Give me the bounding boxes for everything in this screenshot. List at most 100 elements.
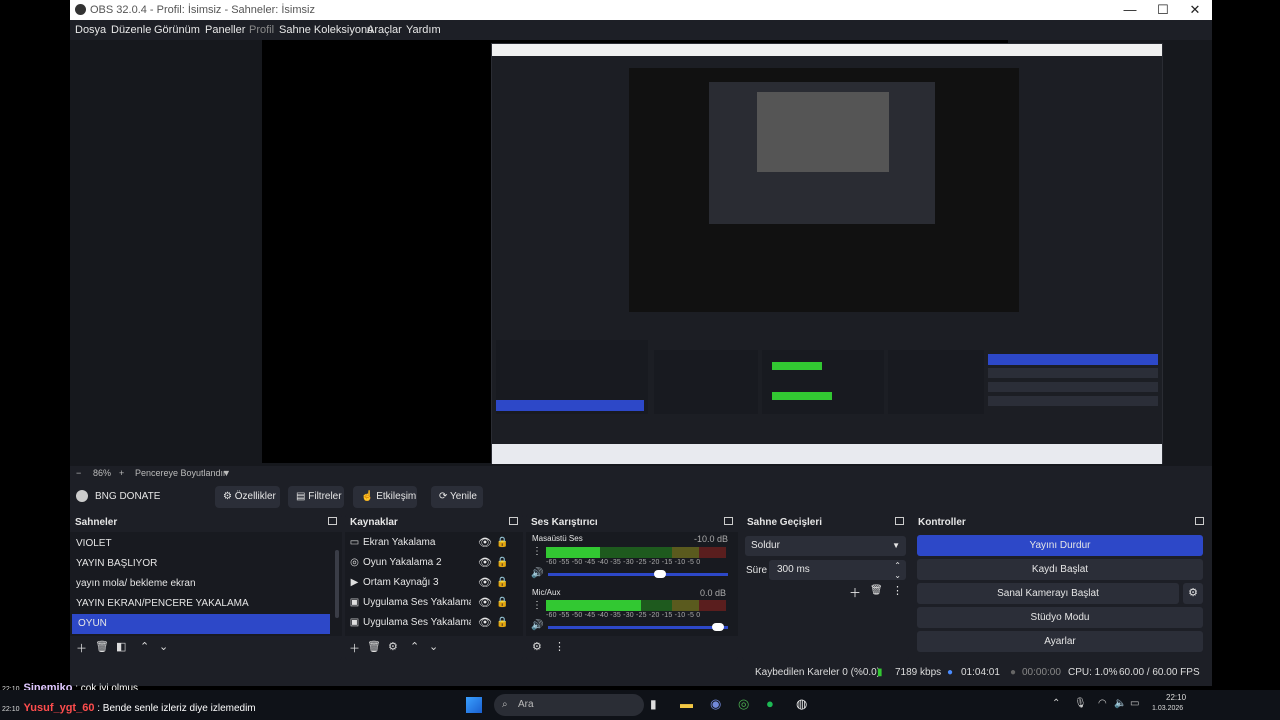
scene-filters-button[interactable]: ◧ xyxy=(116,640,126,653)
scenes-scrollbar[interactable] xyxy=(335,550,339,618)
tray-chevron-icon[interactable]: ⌃ xyxy=(1052,698,1060,709)
menu-gorunum[interactable]: Görünüm xyxy=(154,24,200,36)
controls-header: Kontroller xyxy=(913,514,1209,530)
lock-icon[interactable]: 🔒 xyxy=(496,573,508,593)
channel-db: 0.0 dB xyxy=(700,588,727,598)
source-properties-button[interactable]: ⚙ xyxy=(388,640,398,653)
start-virtual-camera-button[interactable]: Sanal Kamerayı Başlat xyxy=(917,583,1179,604)
sources-title: Kaynaklar xyxy=(350,517,398,528)
undock-icon[interactable] xyxy=(724,517,733,525)
discord-icon[interactable]: ◉ xyxy=(710,696,721,712)
volume-icon[interactable]: 🔈 xyxy=(1114,698,1126,709)
duration-input[interactable]: 300 ms ⌃ ⌄ xyxy=(769,560,906,580)
interact-button[interactable]: ☝ Etkileşim xyxy=(353,486,417,508)
zoom-out-button[interactable]: − xyxy=(76,468,81,478)
wifi-icon[interactable]: ◠ xyxy=(1098,698,1107,709)
taskbar-search[interactable]: ⌕ Ara xyxy=(494,694,644,716)
browser-source-icon xyxy=(76,490,88,502)
scene-item-yayin-basliyor[interactable]: YAYIN BAŞLIYOR xyxy=(70,554,334,574)
undock-icon[interactable] xyxy=(895,517,904,525)
lock-icon[interactable]: 🔒 xyxy=(496,553,508,573)
chrome-icon[interactable]: ◎ xyxy=(738,696,749,712)
volume-slider[interactable] xyxy=(548,626,728,629)
properties-button[interactable]: ⚙ Özellikler xyxy=(215,486,280,508)
scene-item-mola[interactable]: yayın mola/ bekleme ekran xyxy=(70,574,334,594)
scene-item-oyun[interactable]: OYUN xyxy=(72,614,330,634)
move-down-button[interactable]: ⌄ xyxy=(429,640,438,653)
source-item[interactable]: ▭ Ekran Yakalama 👁 🔒 xyxy=(345,533,523,553)
lock-icon[interactable]: 🔒 xyxy=(496,613,508,633)
mixer-toolbar: ⚙ ⋮ xyxy=(526,636,738,660)
obs-taskbar-icon[interactable]: ◍ xyxy=(796,696,807,712)
clock-time[interactable]: 22:10 xyxy=(1166,693,1186,702)
clock-date[interactable]: 1.03.2026 xyxy=(1152,705,1183,712)
scene-item-ekran-yakalama[interactable]: YAYIN EKRAN/PENCERE YAKALAMA xyxy=(70,594,334,614)
speaker-icon[interactable]: 🔊 xyxy=(531,620,543,631)
zoom-in-button[interactable]: + xyxy=(119,468,124,478)
source-item[interactable]: ◎ Oyun Yakalama 2 👁 🔒 xyxy=(345,553,523,573)
undock-icon[interactable] xyxy=(509,517,518,525)
visibility-eye-icon[interactable]: 👁 xyxy=(478,613,492,633)
source-item[interactable]: ▣ Uygulama Ses Yakalama (B 👁 🔒 xyxy=(345,613,523,633)
visibility-eye-icon[interactable]: 👁 xyxy=(478,533,492,553)
channel-menu-icon[interactable]: ⋮ xyxy=(532,546,542,557)
move-up-button[interactable]: ⌃ xyxy=(410,640,419,653)
volume-slider-handle[interactable] xyxy=(712,623,724,631)
scenes-toolbar: ＋ 🗑 ◧ ⌃ ⌄ xyxy=(70,636,342,660)
move-up-button[interactable]: ⌃ xyxy=(140,640,149,653)
scene-item-violet[interactable]: VIOLET xyxy=(70,534,334,554)
add-transition-button[interactable]: ＋ xyxy=(849,584,861,601)
zoom-mode-dropdown-icon[interactable]: ▼ xyxy=(222,468,231,478)
transition-select[interactable]: Soldur ▼ xyxy=(745,536,906,556)
source-item[interactable]: ▶ Ortam Kaynağı 3 👁 🔒 xyxy=(345,573,523,593)
lock-icon[interactable]: 🔒 xyxy=(496,593,508,613)
add-source-button[interactable]: ＋ xyxy=(349,640,360,656)
transition-menu-icon[interactable]: ⋮ xyxy=(892,584,903,597)
battery-icon[interactable]: ▭ xyxy=(1130,698,1139,709)
remove-source-button[interactable]: 🗑 xyxy=(367,640,381,653)
volume-slider-handle[interactable] xyxy=(654,570,666,578)
channel-menu-icon[interactable]: ⋮ xyxy=(532,600,542,611)
maximize-button[interactable]: ☐ xyxy=(1149,1,1177,19)
speaker-icon[interactable]: 🔊 xyxy=(531,568,543,579)
advanced-audio-icon[interactable]: ⚙ xyxy=(532,640,542,653)
start-recording-button[interactable]: Kaydı Başlat xyxy=(917,559,1203,580)
refresh-button[interactable]: ⟳ Yenile xyxy=(431,486,483,508)
add-scene-button[interactable]: ＋ xyxy=(76,640,87,656)
visibility-eye-icon[interactable]: 👁 xyxy=(478,573,492,593)
undock-icon[interactable] xyxy=(1195,517,1204,525)
menu-araclar[interactable]: Araçlar xyxy=(367,24,402,36)
minimize-button[interactable]: — xyxy=(1116,1,1144,19)
volume-slider[interactable] xyxy=(548,573,728,576)
lock-icon[interactable]: 🔒 xyxy=(496,533,508,553)
studio-mode-button[interactable]: Stüdyo Modu xyxy=(917,607,1203,628)
controls-body: Yayını Durdur Kaydı Başlat Sanal Kameray… xyxy=(913,532,1209,660)
menu-yardim[interactable]: Yardım xyxy=(406,24,441,36)
menu-sahne-koleksiyonu[interactable]: Sahne Koleksiyonu xyxy=(279,24,373,36)
virtual-camera-settings-gear-icon[interactable]: ⚙ xyxy=(1183,583,1203,604)
mixer-menu-icon[interactable]: ⋮ xyxy=(554,640,565,653)
menu-duzenle[interactable]: Düzenle xyxy=(111,24,151,36)
start-icon[interactable] xyxy=(466,697,482,713)
remove-transition-button[interactable]: 🗑 xyxy=(870,585,883,596)
preview-canvas[interactable] xyxy=(262,40,1163,464)
menu-profil[interactable]: Profil xyxy=(249,24,274,36)
task-view-icon[interactable]: ▮ xyxy=(650,697,657,711)
stop-streaming-button[interactable]: Yayını Durdur xyxy=(917,535,1203,556)
source-item[interactable]: ▣ Uygulama Ses Yakalama (B 👁 🔒 xyxy=(345,593,523,613)
microphone-icon[interactable]: 🎙 xyxy=(1074,698,1087,709)
move-down-button[interactable]: ⌄ xyxy=(159,640,168,653)
file-explorer-icon[interactable]: ▬ xyxy=(680,696,693,711)
visibility-eye-icon[interactable]: 👁 xyxy=(478,553,492,573)
stepper-down-icon[interactable]: ⌄ xyxy=(894,566,901,586)
settings-button[interactable]: Ayarlar xyxy=(917,631,1203,652)
remove-scene-button[interactable]: 🗑 xyxy=(95,640,109,653)
spotify-icon[interactable]: ● xyxy=(766,696,774,711)
filters-button[interactable]: ▤ Filtreler xyxy=(288,486,344,508)
undock-icon[interactable] xyxy=(328,517,337,525)
preview-area[interactable] xyxy=(70,40,1212,466)
close-button[interactable]: ✕ xyxy=(1181,1,1209,19)
visibility-eye-icon[interactable]: 👁 xyxy=(478,593,492,613)
menu-paneller[interactable]: Paneller xyxy=(205,24,245,36)
menu-dosya[interactable]: Dosya xyxy=(75,24,106,36)
